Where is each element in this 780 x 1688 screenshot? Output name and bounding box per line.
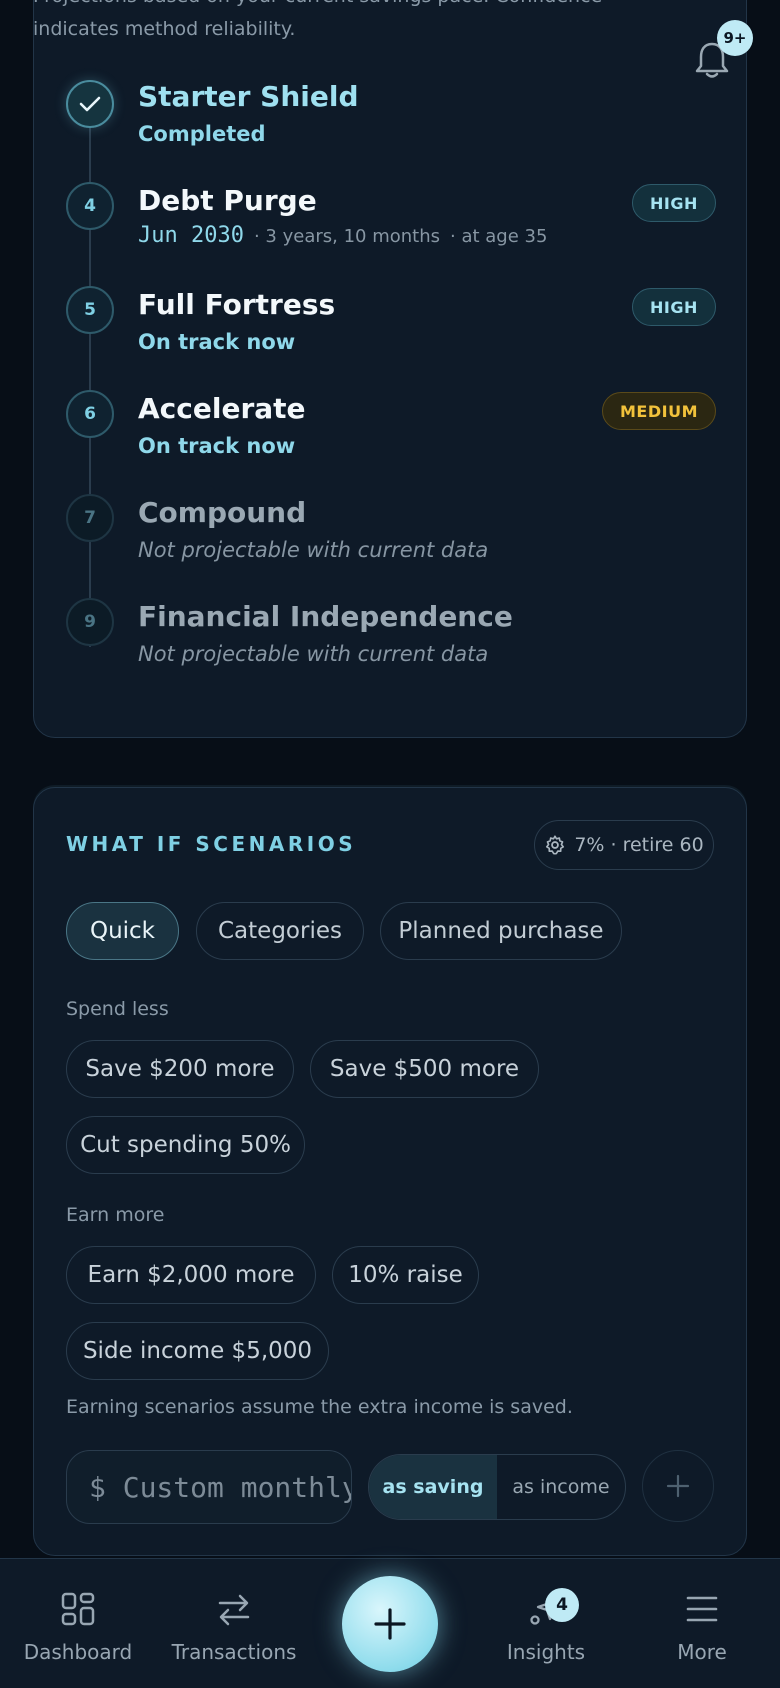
milestone-status: On track now	[138, 434, 296, 458]
tab-planned-purchase[interactable]: Planned purchase	[380, 902, 622, 960]
plus-icon	[666, 1474, 690, 1498]
insights-badge: 4	[545, 1588, 579, 1622]
milestone-date: Jun 2030	[138, 223, 244, 248]
confidence-badge: HIGH	[632, 288, 716, 326]
milestone-projection: Jun 2030 · 3 years, 10 months · at age 3…	[138, 223, 547, 248]
milestone-title: Compound	[138, 496, 307, 529]
nav-label: More	[677, 1640, 727, 1664]
milestone-status: Not projectable with current data	[138, 538, 489, 562]
projection-intro: Projections based on your current saving…	[33, 0, 602, 40]
earning-note: Earning scenarios assume the extra incom…	[66, 1396, 573, 1418]
milestone-node-completed	[66, 80, 114, 128]
dashboard-icon	[61, 1592, 95, 1626]
settings-label: 7% · retire 60	[574, 834, 704, 856]
tab-categories[interactable]: Categories	[196, 902, 364, 960]
scenario-settings-button[interactable]: 7% · retire 60	[534, 820, 714, 870]
gear-icon	[546, 835, 565, 855]
scenario-chip[interactable]: Save $500 more	[310, 1040, 539, 1098]
milestone-title: Accelerate	[138, 392, 306, 425]
nav-label: Dashboard	[23, 1640, 133, 1664]
milestone-age: · at age 35	[450, 226, 548, 247]
custom-monthly-input[interactable]: $ Custom monthly	[66, 1450, 352, 1524]
nav-more[interactable]: More	[632, 1588, 772, 1664]
confidence-badge: MEDIUM	[602, 392, 716, 430]
add-transaction-button[interactable]	[342, 1576, 438, 1672]
nav-dashboard[interactable]: Dashboard	[8, 1588, 148, 1664]
section-title: WHAT IF SCENARIOS	[66, 832, 357, 856]
transactions-icon	[218, 1594, 250, 1626]
milestone-node: 7	[66, 494, 114, 542]
milestone-node: 9	[66, 598, 114, 646]
add-custom-scenario-button[interactable]	[642, 1450, 714, 1522]
scenario-chip[interactable]: Side income $5,000	[66, 1322, 329, 1380]
nav-label: Transactions	[171, 1640, 297, 1664]
milestone-title: Full Fortress	[138, 288, 336, 321]
menu-icon	[686, 1596, 718, 1622]
scenario-chip[interactable]: Earn $2,000 more	[66, 1246, 316, 1304]
scenario-chip[interactable]: 10% raise	[332, 1246, 479, 1304]
spend-less-label: Spend less	[66, 998, 169, 1020]
milestone-duration: · 3 years, 10 months	[253, 226, 440, 247]
confidence-badge: HIGH	[632, 184, 716, 222]
scenario-chip[interactable]: Save $200 more	[66, 1040, 294, 1098]
check-icon	[79, 96, 101, 112]
as-income-option[interactable]: as income	[497, 1455, 625, 1519]
milestone-title: Financial Independence	[138, 600, 513, 633]
milestone-title: Starter Shield	[138, 80, 359, 113]
milestone-status: Not projectable with current data	[138, 642, 489, 666]
plus-icon	[374, 1608, 406, 1640]
scenario-chip[interactable]: Cut spending 50%	[66, 1116, 305, 1174]
milestone-node: 6	[66, 390, 114, 438]
milestone-status: Completed	[138, 122, 266, 146]
as-saving-option[interactable]: as saving	[369, 1455, 497, 1519]
notification-badge: 9+	[717, 20, 753, 56]
milestone-node: 4	[66, 182, 114, 230]
milestone-title: Debt Purge	[138, 184, 317, 217]
nav-label: Insights	[506, 1640, 586, 1664]
tab-quick[interactable]: Quick	[66, 902, 179, 960]
earn-more-label: Earn more	[66, 1204, 165, 1226]
nav-transactions[interactable]: Transactions	[164, 1588, 304, 1664]
milestone-node: 5	[66, 286, 114, 334]
milestone-status: On track now	[138, 330, 296, 354]
apply-mode-toggle[interactable]: as saving as income	[368, 1454, 626, 1520]
